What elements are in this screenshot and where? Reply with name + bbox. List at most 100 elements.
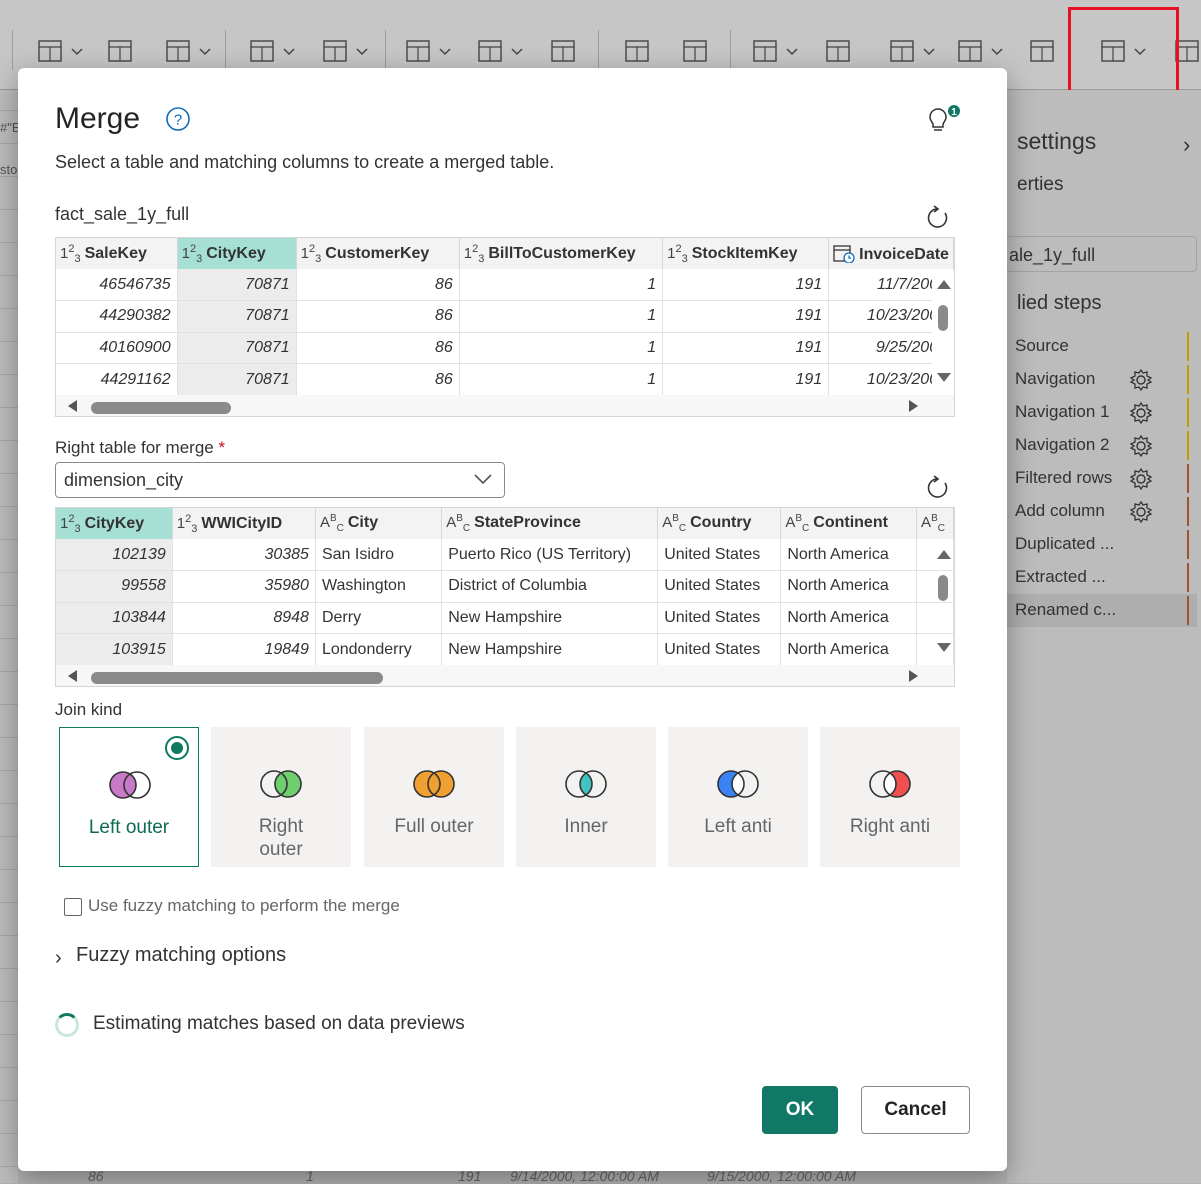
table-cell[interactable]: 44290382 [56,300,178,333]
applied-step[interactable]: Navigation [1007,363,1197,396]
table-cell[interactable]: United States [657,633,782,666]
table-cell[interactable]: 191 [662,300,830,333]
column-header[interactable]: ABC StateProvince [441,508,659,539]
table-cell[interactable]: 46546735 [56,269,178,302]
table-cell[interactable]: United States [657,602,782,635]
refresh-icon[interactable] [925,205,951,231]
advanced-editor-icon[interactable] [105,36,135,66]
join-kind-option[interactable]: Full outer [364,727,504,867]
chevron-down-icon[interactable] [71,44,83,56]
column-header[interactable]: 123 CityKey [56,508,173,539]
table-cell[interactable]: 99558 [56,570,173,603]
table-cell[interactable]: New Hampshire [441,633,659,666]
join-kind-option[interactable]: Inner [516,727,656,867]
table-cell[interactable]: 1 [459,332,664,365]
sort-descending-icon[interactable] [680,36,710,66]
table-cell[interactable]: 70871 [177,300,297,333]
table-cell[interactable]: 191 [662,332,830,365]
table-cell[interactable]: 30385 [172,539,316,572]
chevron-down-icon[interactable] [356,44,368,56]
table-cell[interactable]: San Isidro [315,539,443,572]
join-kind-option[interactable]: Right outer [211,727,351,867]
column-header[interactable]: 123 WWICityID [172,508,316,539]
ok-button[interactable]: OK [762,1086,838,1134]
replace-values-icon[interactable] [1027,36,1057,66]
table-cell[interactable]: New Hampshire [441,602,659,635]
chevron-down-icon[interactable] [786,44,798,56]
chevron-down-icon[interactable] [439,44,451,56]
refresh-icon[interactable] [925,475,951,501]
table-cell[interactable]: 86 [296,363,460,396]
table-cell[interactable]: 8948 [172,602,316,635]
table-cell[interactable]: 86 [296,300,460,333]
keep-rows-icon[interactable] [403,36,433,66]
applied-step[interactable]: Filtered rows [1007,462,1197,495]
gear-icon[interactable] [1129,368,1153,397]
gear-icon[interactable] [1129,401,1153,430]
right-table-dropdown[interactable]: dimension_city [55,462,505,498]
table-cell[interactable]: Londonderry [315,633,443,666]
table-cell[interactable]: 70871 [177,269,297,302]
table-cell[interactable]: 191 [662,363,830,396]
table-cell[interactable]: 103844 [56,602,173,635]
chevron-down-icon[interactable] [511,44,523,56]
left-vertical-scrollbar[interactable] [932,270,954,398]
group-by-icon[interactable] [823,36,853,66]
table-cell[interactable]: Derry [315,602,443,635]
fuzzy-matching-checkbox[interactable] [64,898,82,916]
join-kind-option[interactable]: Left outer [59,727,199,867]
applied-step[interactable]: Duplicated ... [1007,528,1197,561]
applied-step[interactable]: Extracted ... [1007,561,1197,594]
use-headers-icon[interactable] [955,36,985,66]
left-horizontal-scrollbar[interactable] [56,395,954,416]
sort-ascending-icon[interactable] [622,36,652,66]
table-cell[interactable]: 35980 [172,570,316,603]
remove-rows-icon[interactable] [475,36,505,66]
fuzzy-options-toggle[interactable]: Fuzzy matching options [76,944,286,967]
remove-columns-icon[interactable] [320,36,350,66]
table-cell[interactable]: North America [780,539,918,572]
gear-icon[interactable] [1129,434,1153,463]
applied-step[interactable]: Navigation 1 [1007,396,1197,429]
table-cell[interactable]: Washington [315,570,443,603]
lightbulb-icon[interactable]: 1 [928,104,964,136]
help-icon[interactable]: ? [165,106,191,132]
chevron-right-icon[interactable]: › [55,947,62,970]
table-icon[interactable] [247,36,277,66]
filter-icon[interactable] [548,36,578,66]
collapse-chevron-icon[interactable]: › [1183,132,1190,158]
fuzzy-matching-label[interactable]: Use fuzzy matching to perform the merge [88,896,400,916]
table-cell[interactable]: North America [780,633,918,666]
table-cell[interactable]: 103915 [56,633,173,666]
table-cell[interactable]: 1 [459,300,664,333]
table-cell[interactable]: 1 [459,363,664,396]
applied-step[interactable]: Add column [1007,495,1197,528]
table-cell[interactable]: 102139 [56,539,173,572]
chevron-down-icon[interactable] [923,44,935,56]
column-header[interactable]: 123 StockItemKey [662,238,830,269]
cancel-button[interactable]: Cancel [861,1086,970,1134]
table-cell[interactable]: Puerto Rico (US Territory) [441,539,659,572]
data-source-icon[interactable] [163,36,193,66]
chevron-down-icon[interactable] [991,44,1003,56]
column-header[interactable]: ABC Country [657,508,782,539]
table-cell[interactable]: 70871 [177,332,297,365]
chevron-down-icon[interactable] [199,44,211,56]
column-header[interactable]: ABC [916,508,954,539]
table-cell[interactable]: North America [780,602,918,635]
column-header[interactable]: 123 SaleKey [56,238,178,269]
table-cell[interactable]: North America [780,570,918,603]
applied-step[interactable]: Renamed c... [1007,594,1197,627]
gear-icon[interactable] [1129,467,1153,496]
table-cell[interactable]: District of Columbia [441,570,659,603]
right-horizontal-scrollbar[interactable] [56,665,954,686]
column-header[interactable]: ABC City [315,508,443,539]
refresh-data-icon[interactable] [35,36,65,66]
table-cell[interactable]: 40160900 [56,332,178,365]
gear-icon[interactable] [1129,500,1153,529]
join-kind-option[interactable]: Right anti [820,727,960,867]
split-column-icon[interactable] [750,36,780,66]
data-type-icon[interactable] [887,36,917,66]
column-header[interactable]: 123 CustomerKey [296,238,460,269]
table-cell[interactable]: United States [657,570,782,603]
